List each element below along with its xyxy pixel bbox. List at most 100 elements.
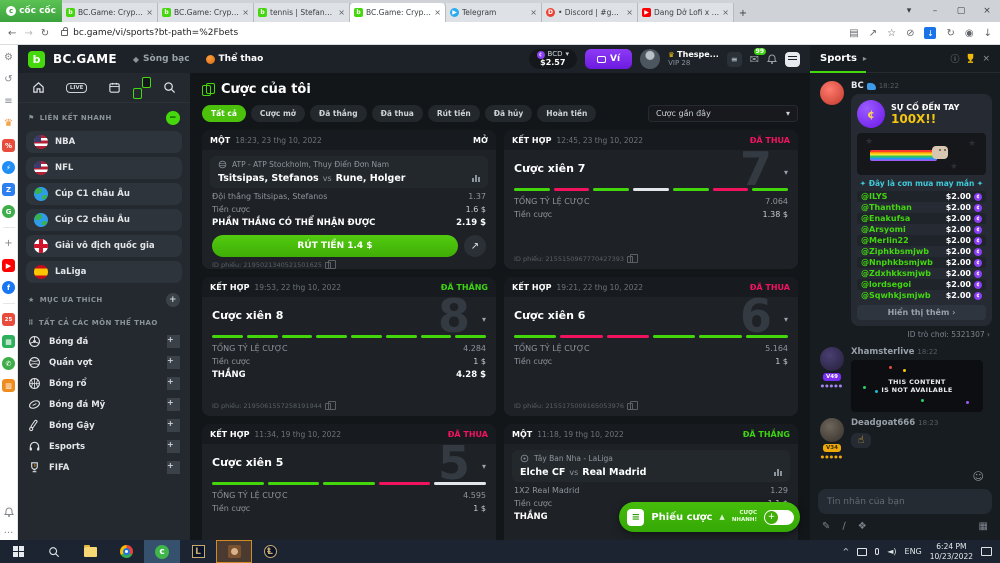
tab-close-icon[interactable]: × xyxy=(626,8,633,17)
copy-icon[interactable] xyxy=(627,256,633,263)
start-button[interactable] xyxy=(0,540,36,563)
sort-dropdown[interactable]: Cược gần đây▾ xyxy=(648,105,798,122)
facebook-icon[interactable]: f xyxy=(2,281,15,294)
rules-icon[interactable]: ∕ xyxy=(842,521,845,532)
tab-close-icon[interactable]: × xyxy=(722,8,729,17)
bet-card-single-open[interactable]: MỘT18:23, 23 thg 10, 2022MỞ ATP - ATP St… xyxy=(202,130,496,269)
wallet-button[interactable]: Ví xyxy=(585,49,632,69)
expand-button[interactable]: + xyxy=(167,419,180,432)
sidebar-item-uel[interactable]: Cúp C2 châu Âu xyxy=(26,209,182,231)
copy-icon[interactable] xyxy=(325,262,331,269)
bet-card-combo-5[interactable]: KẾT HỢP11:34, 19 thg 10, 2022ĐÃ THUA Cượ… xyxy=(202,424,496,540)
home-icon[interactable] xyxy=(32,81,45,94)
sidebar-item-laliga[interactable]: LaLiga xyxy=(26,261,182,283)
bcgame-logo-text[interactable]: BC.GAME xyxy=(53,52,117,66)
chrome-icon[interactable] xyxy=(108,540,144,563)
expand-button[interactable]: + xyxy=(167,377,180,390)
bc-avatar[interactable] xyxy=(820,81,844,105)
sidebar-item-nfl[interactable]: NFL xyxy=(26,157,182,179)
tab-close-icon[interactable]: × xyxy=(242,8,249,17)
browser-tab[interactable]: bBC.Game: Crypto Casino× xyxy=(62,3,158,22)
browser-tab-active[interactable]: bBC.Game: Crypto Casino× xyxy=(350,3,446,22)
filter-won[interactable]: Đã thắng xyxy=(310,105,367,122)
add-favorite-button[interactable]: + xyxy=(166,293,180,307)
messenger-icon[interactable]: ⚡ xyxy=(2,161,15,174)
bet-card-combo-7[interactable]: KẾT HỢP12:45, 23 thg 10, 2022ĐÃ THUA Cượ… xyxy=(504,130,798,269)
tab-close-icon[interactable]: × xyxy=(338,8,345,17)
cashout-button[interactable]: RÚT TIỀN 1.4 $ xyxy=(212,235,458,257)
sidebar-item-american-football[interactable]: Bóng đá Mỹ+ xyxy=(18,394,190,415)
user-avatar[interactable] xyxy=(820,347,844,371)
zalo-icon[interactable]: Z xyxy=(2,183,15,196)
browser-tab[interactable]: D• Discord | #games |× xyxy=(542,3,638,22)
promo-card[interactable]: ¢ SỰ CỐ ĐẾN TAY100X!! ★★★ ✦ Đây là cơn m… xyxy=(851,94,992,326)
more-icon[interactable]: ··· xyxy=(2,527,15,540)
chat-toggle-icon[interactable] xyxy=(785,52,800,67)
sidebar-item-cricket[interactable]: Bóng Gậy+ xyxy=(18,415,190,436)
tab-close-icon[interactable]: × xyxy=(146,8,153,17)
browser-tab[interactable]: ▶Telegram× xyxy=(446,3,542,22)
schedule-icon[interactable] xyxy=(108,81,121,94)
share-bet-button[interactable]: ↗ xyxy=(464,235,486,257)
crown-icon[interactable]: ♛ xyxy=(2,117,15,130)
active-app-icon[interactable] xyxy=(216,540,252,563)
nav-sports[interactable]: Thể thao xyxy=(206,54,264,64)
downloads-icon[interactable]: ↓ xyxy=(984,28,992,39)
search-icon[interactable] xyxy=(163,81,176,94)
tray-expand-icon[interactable]: ^ xyxy=(843,547,850,556)
screenshot-icon[interactable]: ▤ xyxy=(849,28,858,39)
browser-tab[interactable]: btennis | Stefanos Tsitsipa× xyxy=(254,3,350,22)
network-icon[interactable] xyxy=(857,548,867,556)
bookmark-icon[interactable]: ☆ xyxy=(887,28,896,39)
user-info[interactable]: ♛ Thespe... VIP 28 xyxy=(668,51,719,67)
file-explorer-icon[interactable] xyxy=(72,540,108,563)
chat-app-icon[interactable]: ✆ xyxy=(2,357,15,370)
expand-button[interactable]: + xyxy=(167,398,180,411)
filter-lost[interactable]: Đã thua xyxy=(372,105,423,122)
balance-selector[interactable]: ¢BCD▾ $2.57 xyxy=(529,49,577,70)
games-icon[interactable]: G xyxy=(2,205,15,218)
close-button[interactable]: × xyxy=(974,6,1000,16)
inbox-icon[interactable]: ✉99 xyxy=(750,53,759,66)
filter-all[interactable]: Tất cả xyxy=(202,105,246,122)
user-avatar[interactable] xyxy=(640,49,660,69)
show-more-button[interactable]: Hiển thị thêm › xyxy=(857,305,986,320)
live-icon[interactable]: LIVE xyxy=(66,83,88,93)
adblock-icon[interactable]: ⊘ xyxy=(906,28,914,39)
browser-tab[interactable]: bBC.Game: Crypto Casino× xyxy=(158,3,254,22)
sidebar-item-esports[interactable]: Esports+ xyxy=(18,436,190,457)
maximize-button[interactable]: ▢ xyxy=(948,6,974,16)
tab-search-icon[interactable]: ▾ xyxy=(896,6,922,16)
stats-icon[interactable] xyxy=(774,469,782,476)
bet-card-combo-8[interactable]: KẾT HỢP19:53, 22 thg 10, 2022ĐÃ THẮNG Cư… xyxy=(202,277,496,416)
sidebar-item-tennis[interactable]: Quần vợt+ xyxy=(18,352,190,373)
gif-keyboard-icon[interactable]: ▦ xyxy=(979,521,988,532)
expand-button[interactable]: + xyxy=(167,356,180,369)
promo-icon[interactable]: % xyxy=(2,139,15,152)
sidebar-item-ucl[interactable]: Cúp C1 châu Âu xyxy=(26,183,182,205)
filter-cancelled[interactable]: Đã hủy xyxy=(485,105,533,122)
expand-caret-icon[interactable]: ▾ xyxy=(482,462,486,471)
copy-icon[interactable] xyxy=(325,403,331,410)
cart-icon[interactable]: ▥ xyxy=(2,379,15,392)
microphone-icon[interactable] xyxy=(875,548,879,555)
notification-bell-icon[interactable] xyxy=(2,505,15,518)
taskbar-clock[interactable]: 6:24 PM10/23/2022 xyxy=(930,542,973,561)
expand-button[interactable]: + xyxy=(167,461,180,474)
filter-refund[interactable]: Hoàn tiền xyxy=(537,105,596,122)
expand-caret-icon[interactable]: ▾ xyxy=(784,168,788,177)
expand-caret-icon[interactable]: ▾ xyxy=(482,315,486,324)
league-of-legends-icon[interactable]: L xyxy=(180,540,216,563)
chevron-right-icon[interactable]: ▸ xyxy=(863,54,867,63)
minimize-button[interactable]: – xyxy=(922,6,948,16)
sidebar-item-championship[interactable]: Giải vô địch quốc gia xyxy=(26,235,182,257)
betslip-button[interactable]: ≡ Phiếu cược ▲ CƯỢCNHANH! + xyxy=(619,502,800,532)
reading-list-icon[interactable]: ≡ xyxy=(2,95,15,108)
expand-button[interactable]: + xyxy=(167,335,180,348)
emoji-picker-icon[interactable]: ☺ xyxy=(973,470,984,483)
volume-icon[interactable]: ◄) xyxy=(887,547,896,556)
expand-button[interactable]: + xyxy=(167,440,180,453)
browser-tab[interactable]: ▶Dang Dở Lofi x Thói tình× xyxy=(638,3,734,22)
tab-close-icon[interactable]: × xyxy=(530,8,537,17)
trophy-icon[interactable] xyxy=(965,53,976,64)
